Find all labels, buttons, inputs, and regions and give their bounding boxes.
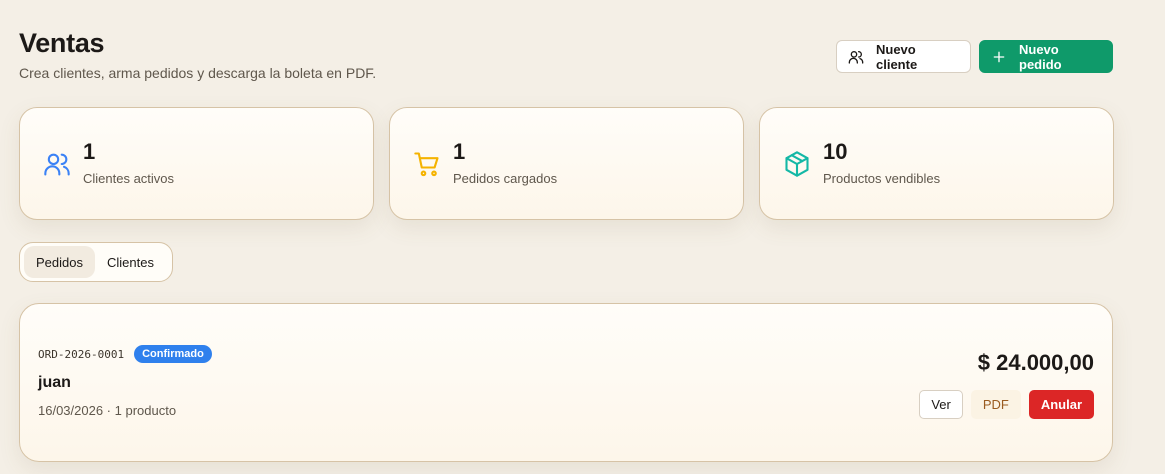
stat-value: 1 (83, 139, 96, 164)
order-info: ORD-2026-0001 Confirmado juan 16/03/2026… (38, 345, 212, 418)
stat-label: Productos vendibles (823, 171, 941, 186)
cart-icon (413, 150, 441, 178)
stat-card-orders: 1 Pedidos cargados (389, 107, 744, 220)
stat-card-products: 10 Productos vendibles (759, 107, 1114, 220)
page-subtitle: Crea clientes, arma pedidos y descarga l… (19, 65, 377, 81)
status-badge: Confirmado (134, 345, 212, 363)
plus-icon (993, 51, 1005, 62)
stat-label: Pedidos cargados (453, 171, 558, 186)
new-order-label: Nuevo pedido (1019, 41, 1062, 72)
new-client-label: Nuevo cliente (876, 41, 918, 72)
stat-value: 1 (453, 139, 466, 164)
stats-row: 1 Clientes activos 1 Pedidos cargados 10… (19, 107, 1114, 220)
order-total: $ 24.000,00 (977, 350, 1094, 375)
order-card: ORD-2026-0001 Confirmado juan 16/03/2026… (19, 303, 1113, 462)
order-actions: Ver PDF Anular (919, 390, 1094, 419)
cancel-order-button[interactable]: Anular (1028, 390, 1094, 419)
stat-card-clients: 1 Clientes activos (19, 107, 374, 220)
new-client-button[interactable]: Nuevo cliente (836, 40, 971, 73)
users-icon (43, 150, 71, 178)
order-customer: juan (38, 374, 71, 391)
order-meta: 16/03/2026 · 1 producto (38, 403, 177, 418)
order-summary: $ 24.000,00 Ver PDF Anular (919, 350, 1094, 419)
tab-pedidos[interactable]: Pedidos (24, 246, 95, 278)
header-actions: Nuevo cliente Nuevo pedido (836, 40, 1113, 73)
page-title: Ventas (19, 28, 105, 58)
box-icon (783, 150, 811, 178)
users-icon (848, 50, 864, 64)
view-tabs: Pedidos Clientes (19, 242, 173, 282)
new-order-button[interactable]: Nuevo pedido (979, 40, 1113, 73)
tab-clientes[interactable]: Clientes (95, 246, 166, 278)
view-order-button[interactable]: Ver (919, 390, 963, 419)
pdf-button[interactable]: PDF (970, 390, 1021, 419)
stat-value: 10 (823, 139, 848, 164)
order-code: ORD-2026-0001 (38, 347, 125, 361)
page-header: Ventas Crea clientes, arma pedidos y des… (19, 28, 376, 81)
stat-label: Clientes activos (83, 171, 175, 186)
